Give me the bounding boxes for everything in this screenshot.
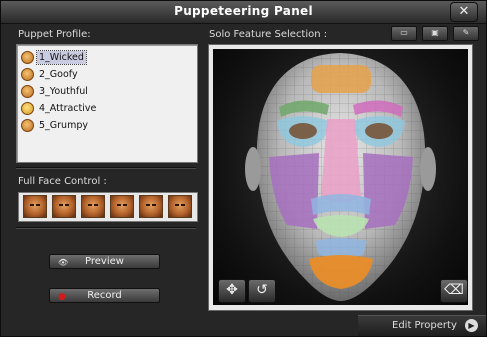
full-face-button-4[interactable] [110, 195, 134, 218]
preview-label: Preview [85, 256, 124, 267]
puppet-profile-list: 1_Wicked 2_Goofy 3_Youthful 4_Attractive… [16, 44, 198, 163]
close-button[interactable]: ✕ [450, 2, 478, 22]
face-mesh-image [245, 53, 436, 301]
full-face-button-6[interactable] [168, 195, 192, 218]
full-face-control-label: Full Face Control : [18, 176, 107, 187]
profile-item-label: 4_Attractive [39, 102, 97, 114]
puppet-profile-label: Puppet Profile: [18, 29, 91, 40]
profile-item-attractive[interactable]: 4_Attractive [21, 100, 98, 116]
title-bar: Puppeteering Panel ✕ [1, 1, 486, 24]
profile-item-label: 1_Wicked [36, 49, 87, 65]
full-face-control-strip [18, 192, 198, 222]
full-face-button-1[interactable] [23, 195, 47, 218]
divider [16, 167, 196, 169]
profile-item-goofy[interactable]: 2_Goofy [21, 66, 80, 82]
profile-item-youthful[interactable]: 3_Youthful [21, 83, 90, 99]
profile-item-label: 3_Youthful [39, 85, 88, 97]
face-mesh-viewport[interactable]: ✥ ↺ ⌫ [213, 49, 468, 305]
play-arrow-icon: ▶ [465, 319, 478, 332]
rotate-move-icon[interactable]: ✥ [218, 279, 246, 303]
full-face-button-5[interactable] [139, 195, 163, 218]
edit-property-button[interactable]: Edit Property ▶ [358, 315, 486, 336]
puppet-face-icon [21, 118, 34, 132]
folder-open-icon[interactable]: ▭ [391, 26, 417, 41]
puppet-face-icon [21, 101, 34, 115]
profile-item-label: 5_Grumpy [39, 119, 88, 131]
record-dot-icon: ● [58, 292, 66, 302]
profile-item-label: 2_Goofy [39, 68, 78, 80]
full-face-button-3[interactable] [81, 195, 105, 218]
record-button[interactable]: ● Record [49, 288, 160, 303]
reset-view-icon[interactable]: ↺ [248, 279, 276, 303]
wrench-icon[interactable]: ✎ [453, 26, 479, 41]
record-label: Record [87, 290, 122, 301]
edit-property-label: Edit Property [392, 320, 457, 331]
puppet-face-icon [21, 50, 34, 64]
solo-feature-panel: ✥ ↺ ⌫ [208, 44, 473, 311]
solo-feature-selection-label: Solo Feature Selection : [209, 29, 328, 40]
eraser-icon[interactable]: ⌫ [440, 279, 468, 303]
divider [16, 227, 196, 229]
puppet-face-icon [21, 67, 34, 81]
preview-button[interactable]: 👁 Preview [49, 254, 160, 269]
window-title: Puppeteering Panel [174, 4, 313, 18]
puppeteering-window: Puppeteering Panel ✕ Puppet Profile: 1_W… [0, 0, 487, 337]
profile-item-grumpy[interactable]: 5_Grumpy [21, 117, 90, 133]
eye-icon: 👁 [58, 258, 69, 267]
full-face-button-2[interactable] [52, 195, 76, 218]
puppet-face-icon [21, 84, 34, 98]
profile-item-wicked[interactable]: 1_Wicked [21, 49, 87, 65]
save-icon[interactable]: ▣ [422, 26, 448, 41]
